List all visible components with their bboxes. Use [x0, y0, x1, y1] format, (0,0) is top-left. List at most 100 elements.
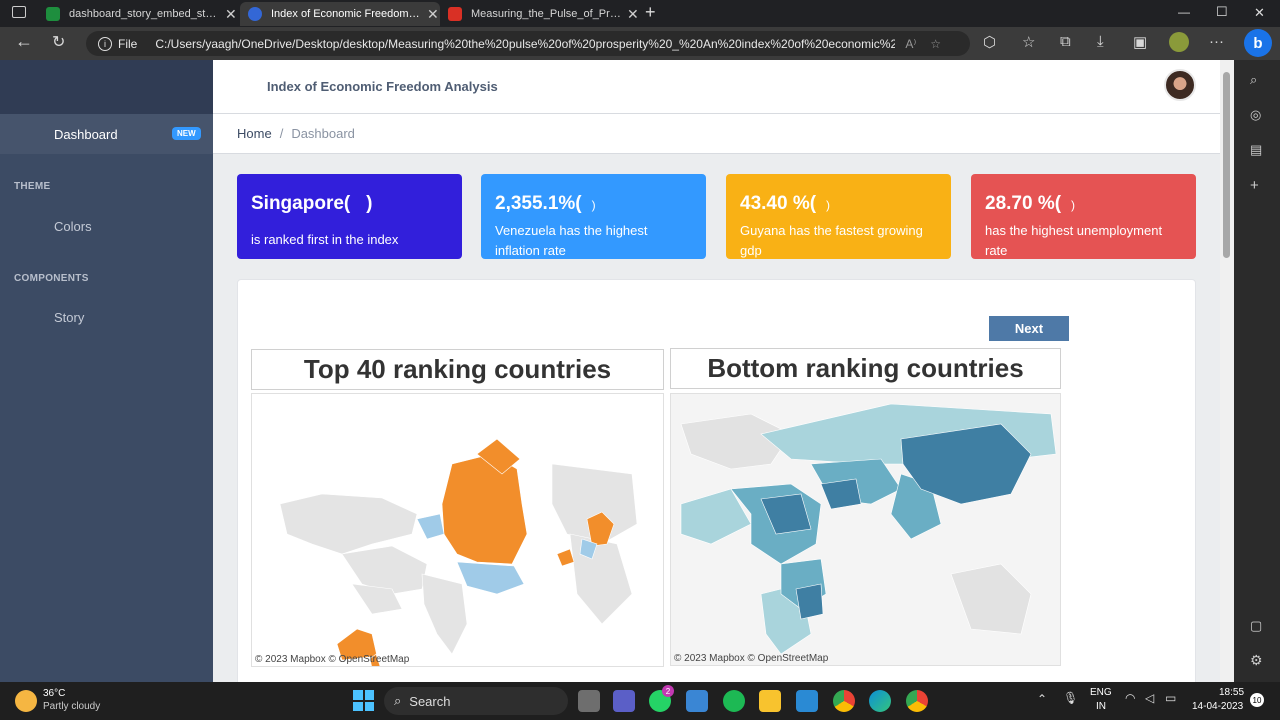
favorite-add-icon[interactable]: ☆ — [930, 37, 941, 51]
card-value: Singapore( — [251, 193, 351, 214]
collections-icon[interactable]: ⧉ — [1060, 33, 1071, 50]
close-tab-icon[interactable]: ✕ — [427, 6, 439, 23]
breadcrumb: Home / Dashboard — [213, 114, 1220, 154]
scrollbar-thumb[interactable] — [1223, 72, 1230, 258]
card-paren: ) — [816, 198, 831, 212]
stat-card-inflation: 2,355.1%( ) Venezuela has the highest in… — [481, 174, 706, 259]
bottom-ranking-map[interactable]: © 2023 Mapbox © OpenStreetMap — [670, 393, 1061, 666]
top-ranking-map[interactable]: © 2023 Mapbox © OpenStreetMap — [251, 393, 664, 667]
refresh-icon[interactable]: ↻ — [52, 32, 65, 52]
sidebar-item-colors[interactable]: Colors — [54, 219, 92, 234]
close-tab-icon[interactable]: ✕ — [225, 6, 237, 23]
tab-actions-icon[interactable] — [12, 6, 26, 18]
theme-heading: THEME — [14, 181, 51, 192]
notification-badge[interactable]: 10 — [1250, 693, 1264, 707]
world-map-bottom — [671, 394, 1060, 665]
file-explorer-icon[interactable] — [759, 690, 781, 712]
maximize-button[interactable]: ☐ — [1216, 4, 1228, 20]
browser-tab-bar: dashboard_story_embed_startup ✕ Index of… — [0, 0, 1280, 27]
add-sidebar-app-icon[interactable]: + — [1250, 177, 1259, 194]
page-scrollbar[interactable] — [1220, 60, 1234, 682]
chevron-up-icon[interactable]: ⌃ — [1037, 692, 1047, 706]
card-value: 43.40 %( — [740, 193, 817, 214]
bing-chat-icon[interactable]: b — [1244, 29, 1272, 57]
edge-icon[interactable] — [869, 690, 891, 712]
sidebar-brand — [0, 60, 213, 114]
new-badge: NEW — [172, 127, 201, 140]
weather-icon[interactable] — [15, 690, 37, 712]
tab-index-analysis[interactable]: Index of Economic Freedom Analysis ✕ — [240, 2, 440, 26]
whatsapp-badge: 2 — [662, 685, 674, 697]
chrome-profile-icon[interactable] — [906, 690, 928, 712]
clock-date[interactable]: 14-04-2023 — [1192, 701, 1243, 712]
next-button[interactable]: Next — [989, 316, 1069, 341]
microphone-icon[interactable]: 🎙 — [1063, 691, 1078, 705]
sidebar: Dashboard NEW THEME Colors COMPONENTS St… — [0, 60, 213, 682]
spotify-icon[interactable] — [723, 690, 745, 712]
sidebar-item-story[interactable]: Story — [54, 310, 84, 325]
weather-desc[interactable]: Partly cloudy — [43, 701, 100, 712]
search-sidebar-icon[interactable]: ⌕ — [1250, 72, 1257, 88]
discover-icon[interactable]: ◎ — [1250, 107, 1261, 123]
language-indicator[interactable]: ENG — [1090, 687, 1112, 698]
battery-icon[interactable]: ▭ — [1165, 691, 1176, 705]
url-text[interactable]: C:/Users/yaagh/OneDrive/Desktop/desktop/… — [155, 37, 895, 51]
card-paren: ) — [581, 198, 596, 212]
breadcrumb-home[interactable]: Home — [237, 126, 272, 141]
stat-card-gdp-growth: 43.40 %( ) Guyana has the fastest growin… — [726, 174, 951, 259]
weather-temp[interactable]: 36°C — [43, 688, 65, 699]
pdf-icon — [448, 7, 462, 21]
search-icon: ⌕ — [394, 693, 402, 708]
sidebar-item-dashboard[interactable]: Dashboard NEW — [0, 114, 213, 154]
tab-title: dashboard_story_embed_startup — [69, 8, 219, 20]
breadcrumb-current: Dashboard — [291, 126, 355, 141]
extensions-icon[interactable]: ⬡ — [983, 33, 996, 51]
download-icon[interactable]: ⤓ — [1097, 33, 1104, 50]
teams-icon[interactable] — [613, 690, 635, 712]
taskbar-search[interactable]: ⌕ Search — [384, 687, 568, 715]
tab-dashboard-story[interactable]: dashboard_story_embed_startup ✕ — [38, 2, 238, 26]
map-credit: © 2023 Mapbox © OpenStreetMap — [255, 654, 410, 665]
sidebar-item-label: Dashboard — [54, 126, 118, 142]
close-window-button[interactable]: ✕ — [1254, 5, 1265, 21]
map-title-top: Top 40 ranking countries — [251, 349, 664, 390]
new-tab-button[interactable]: + — [645, 2, 656, 23]
wifi-icon[interactable]: ◠ — [1125, 691, 1135, 705]
clock-time[interactable]: 18:55 — [1219, 687, 1244, 698]
windows-start-icon[interactable] — [353, 690, 374, 711]
card-value: 2,355.1%( — [495, 193, 582, 214]
read-aloud-icon[interactable]: A⁾ — [905, 37, 916, 51]
card-caption: is ranked first in the index — [251, 232, 399, 247]
settings-gear-icon[interactable]: ⚙ — [1250, 652, 1263, 669]
more-menu-icon[interactable]: ··· — [1209, 33, 1224, 50]
windows-taskbar: 36°C Partly cloudy ⌕ Search 2 ⌃ 🎙 ENG IN… — [0, 682, 1280, 720]
avatar[interactable] — [1164, 69, 1196, 101]
favorites-icon[interactable]: ☆ — [1022, 33, 1035, 51]
page-icon — [248, 7, 262, 21]
info-icon[interactable]: i — [98, 36, 112, 51]
card-paren: ) — [350, 193, 373, 214]
notepad-icon[interactable] — [796, 690, 818, 712]
close-tab-icon[interactable]: ✕ — [627, 6, 639, 23]
components-heading: COMPONENTS — [14, 273, 89, 284]
region-indicator[interactable]: IN — [1096, 701, 1106, 712]
photos-icon[interactable] — [686, 690, 708, 712]
search-label: Search — [409, 693, 451, 709]
volume-icon[interactable]: ◁ — [1145, 691, 1154, 705]
back-icon[interactable]: ← — [15, 31, 33, 52]
page-header: Index of Economic Freedom Analysis — [213, 60, 1220, 114]
profile-avatar-icon[interactable] — [1169, 32, 1189, 52]
map-credit: © 2023 Mapbox © OpenStreetMap — [674, 653, 829, 664]
chrome-icon[interactable] — [833, 690, 855, 712]
task-view-icon[interactable] — [578, 690, 600, 712]
office-icon[interactable]: ▤ — [1250, 142, 1262, 158]
tab-title: Measuring_the_Pulse_of_Prosperity — [471, 8, 621, 20]
minimize-button[interactable]: — — [1178, 5, 1190, 19]
tab-measuring-pulse[interactable]: Measuring_the_Pulse_of_Prosperity ✕ — [440, 2, 640, 26]
url-bar[interactable]: i File C:/Users/yaagh/OneDrive/Desktop/d… — [86, 31, 970, 56]
stat-card-unemployment: 28.70 %( ) has the highest unemployment … — [971, 174, 1196, 259]
screenshot-icon[interactable]: ▣ — [1133, 33, 1147, 51]
card-paren: ) — [1061, 198, 1076, 212]
tab-title: Index of Economic Freedom Analysis — [271, 8, 421, 20]
hide-sidebar-icon[interactable]: ▢ — [1250, 618, 1262, 634]
